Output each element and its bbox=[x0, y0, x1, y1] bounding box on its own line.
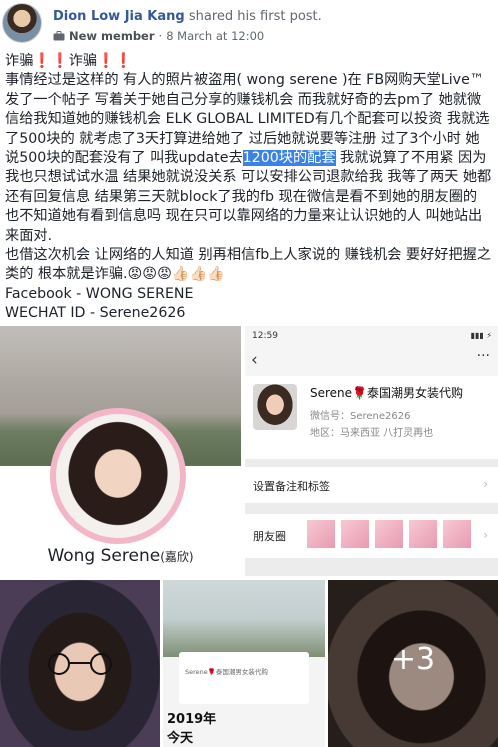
post-timestamp[interactable]: 8 March at 12:00 bbox=[166, 29, 264, 43]
briefcase-icon bbox=[53, 31, 65, 41]
author-name-link[interactable]: Dion Low Jia Kang bbox=[53, 9, 185, 24]
profile-photo bbox=[56, 414, 180, 538]
post-meta: New member · 8 March at 12:00 bbox=[53, 29, 264, 43]
signal-icon: ▮▮▮ ⚡ bbox=[470, 331, 492, 340]
photo-profile-card[interactable]: Wong Serene(嘉欣) bbox=[0, 326, 241, 576]
more-dots-icon: ··· bbox=[476, 348, 490, 364]
author-avatar[interactable] bbox=[2, 3, 42, 43]
wechat-name: Serene🌹泰国潮男女装代购 bbox=[310, 386, 463, 400]
post-header: Dion Low Jia Kang shared his first post.… bbox=[0, 0, 498, 50]
remark-label: 设置备注和标签 bbox=[253, 480, 330, 493]
profile-name-main: Wong Serene bbox=[47, 546, 161, 566]
more-photos-count[interactable]: +3 bbox=[328, 642, 498, 677]
facebook-line: Facebook - WONG SERENE bbox=[5, 285, 194, 302]
moments-thumbnail bbox=[409, 520, 437, 548]
collage-outdoor-image bbox=[163, 580, 325, 657]
collage-mini-card bbox=[179, 652, 309, 704]
new-member-badge: New member bbox=[69, 29, 155, 43]
status-time: 12:59 bbox=[252, 331, 278, 341]
wechat-top-bar: ‹ ··· bbox=[245, 346, 498, 376]
chevron-right-icon: › bbox=[483, 477, 488, 491]
photo-collage[interactable]: Serene🌹泰国潮男女装代购 2019年 今天 bbox=[163, 580, 325, 747]
back-arrow-icon: ‹ bbox=[251, 350, 258, 370]
photo-grid: Wong Serene(嘉欣) 12:59 ▮▮▮ ⚡ ‹ ··· Serene… bbox=[0, 326, 498, 747]
collage-mini-text: Serene🌹泰国潮男女装代购 bbox=[185, 668, 268, 676]
moments-thumbnail bbox=[307, 520, 335, 548]
moments-thumbnail bbox=[443, 520, 471, 548]
wechat-region: 地区：马来西亚 八打灵再也 bbox=[310, 428, 434, 439]
profile-name: Wong Serene(嘉欣) bbox=[0, 546, 241, 566]
photo-selfie-glasses[interactable] bbox=[0, 580, 160, 747]
moments-label: 朋友圈 bbox=[253, 530, 286, 543]
chevron-right-icon: › bbox=[483, 528, 488, 542]
wechat-row-moments: 朋友圈 › bbox=[245, 514, 498, 558]
highlighted-text: 1200块的配套 bbox=[242, 150, 336, 167]
moments-thumbnail bbox=[341, 520, 369, 548]
wechat-profile-block: Serene🌹泰国潮男女装代购 微信号：Serene2626 地区：马来西亚 八… bbox=[245, 376, 498, 459]
photo-wechat-profile[interactable]: 12:59 ▮▮▮ ⚡ ‹ ··· Serene🌹泰国潮男女装代购 微信号：Se… bbox=[245, 326, 498, 576]
author-line: Dion Low Jia Kang shared his first post. bbox=[53, 9, 322, 24]
wechat-id: 微信号：Serene2626 bbox=[310, 411, 411, 422]
post-paragraph-warning: 也借这次机会 让网络的人知道 别再相信fb上人家说的 赚钱机会 要好好把握之类的… bbox=[5, 247, 492, 283]
post-paragraph-story: 事情经过是这样的 有人的照片被盗用( wong serene )在 FB网购天堂… bbox=[5, 71, 493, 246]
wechat-avatar bbox=[253, 384, 297, 430]
post-line-scam: 诈骗❗❗诈骗❗❗ bbox=[5, 53, 133, 69]
dot-separator: · bbox=[158, 29, 163, 43]
photo-more[interactable]: +3 bbox=[328, 580, 498, 747]
moments-thumbnail bbox=[375, 520, 403, 548]
glasses-icon bbox=[48, 653, 112, 675]
collage-today: 今天 bbox=[167, 731, 194, 746]
profile-name-suffix: (嘉欣) bbox=[160, 550, 194, 564]
post-body: 诈骗❗❗诈骗❗❗ 事情经过是这样的 有人的照片被盗用( wong serene … bbox=[5, 52, 493, 324]
phone-status-bar: 12:59 ▮▮▮ ⚡ bbox=[245, 326, 498, 346]
wechat-line: WECHAT ID - Serene2626 bbox=[5, 305, 186, 322]
collage-year: 2019年 bbox=[167, 712, 217, 727]
shared-text: shared his first post. bbox=[188, 9, 322, 24]
wechat-row-remark: 设置备注和标签 › bbox=[245, 467, 498, 503]
